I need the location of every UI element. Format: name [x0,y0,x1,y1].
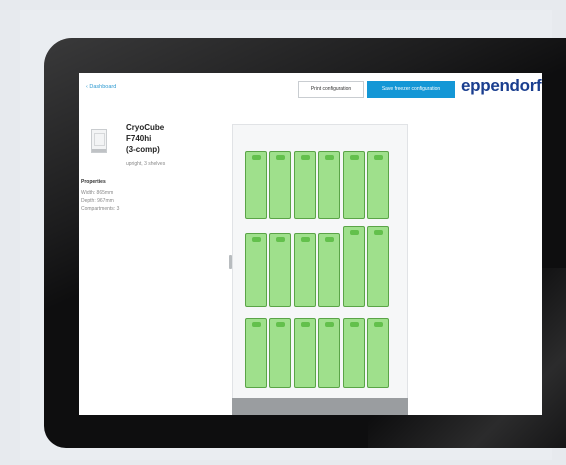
rack-tag [325,237,334,242]
rack-tag [374,230,383,235]
rack-tag [252,237,261,242]
property-depth: Depth: 967mm [81,198,114,204]
rack-1-5[interactable] [343,151,365,219]
property-compartments: Compartments: 3 [81,206,120,212]
rack-tag [350,230,359,235]
rack-tag [276,237,285,242]
app-screen: ‹ Dashboard Print configuration Save fre… [79,73,542,415]
dashboard-back-link[interactable]: ‹ Dashboard [86,84,116,90]
rack-2-3[interactable] [294,233,316,307]
product-name-line1: CryoCube [126,123,165,132]
rack-3-2[interactable] [269,318,291,388]
freezer-base [232,398,408,415]
rack-tag [350,322,359,327]
print-configuration-button[interactable]: Print configuration [298,81,364,98]
product-name: CryoCube F740hi (3-comp) [126,122,164,155]
product-name-line3: (3-comp) [126,145,160,154]
rack-3-6[interactable] [367,318,389,388]
rack-3-5[interactable] [343,318,365,388]
rack-tag [276,322,285,327]
rack-1-1[interactable] [245,151,267,219]
rack-3-1[interactable] [245,318,267,388]
rack-tag [325,155,334,160]
rack-tag [301,322,310,327]
rack-tag [374,322,383,327]
save-freezer-configuration-button[interactable]: Save freezer configuration [367,81,455,98]
product-sidebar: CryoCube F740hi (3-comp) upright, 3 shel… [79,113,219,413]
property-width: Width: 865mm [81,190,114,196]
rack-tag [252,322,261,327]
top-bar: ‹ Dashboard Print configuration Save fre… [79,73,542,107]
properties-heading: Properties [81,179,106,185]
rack-1-2[interactable] [269,151,291,219]
rack-2-5[interactable] [343,226,365,307]
rack-tag [276,155,285,160]
rack-tag [350,155,359,160]
freezer-base-icon [92,149,106,152]
rack-1-3[interactable] [294,151,316,219]
rack-3-3[interactable] [294,318,316,388]
rack-2-6[interactable] [367,226,389,307]
freezer-door-icon [94,133,105,146]
rack-2-2[interactable] [269,233,291,307]
rack-tag [325,322,334,327]
rack-tag [301,237,310,242]
rack-tag [252,155,261,160]
rack-2-4[interactable] [318,233,340,307]
rack-1-4[interactable] [318,151,340,219]
product-subtitle: upright, 3 shelves [126,161,166,167]
rack-1-6[interactable] [367,151,389,219]
rack-tag [374,155,383,160]
product-name-line2: F740hi [126,134,152,143]
rack-3-4[interactable] [318,318,340,388]
freezer-thumbnail-icon [91,129,107,153]
eppendorf-logo: eppendorf [461,76,542,95]
rack-tag [301,155,310,160]
rack-2-1[interactable] [245,233,267,307]
